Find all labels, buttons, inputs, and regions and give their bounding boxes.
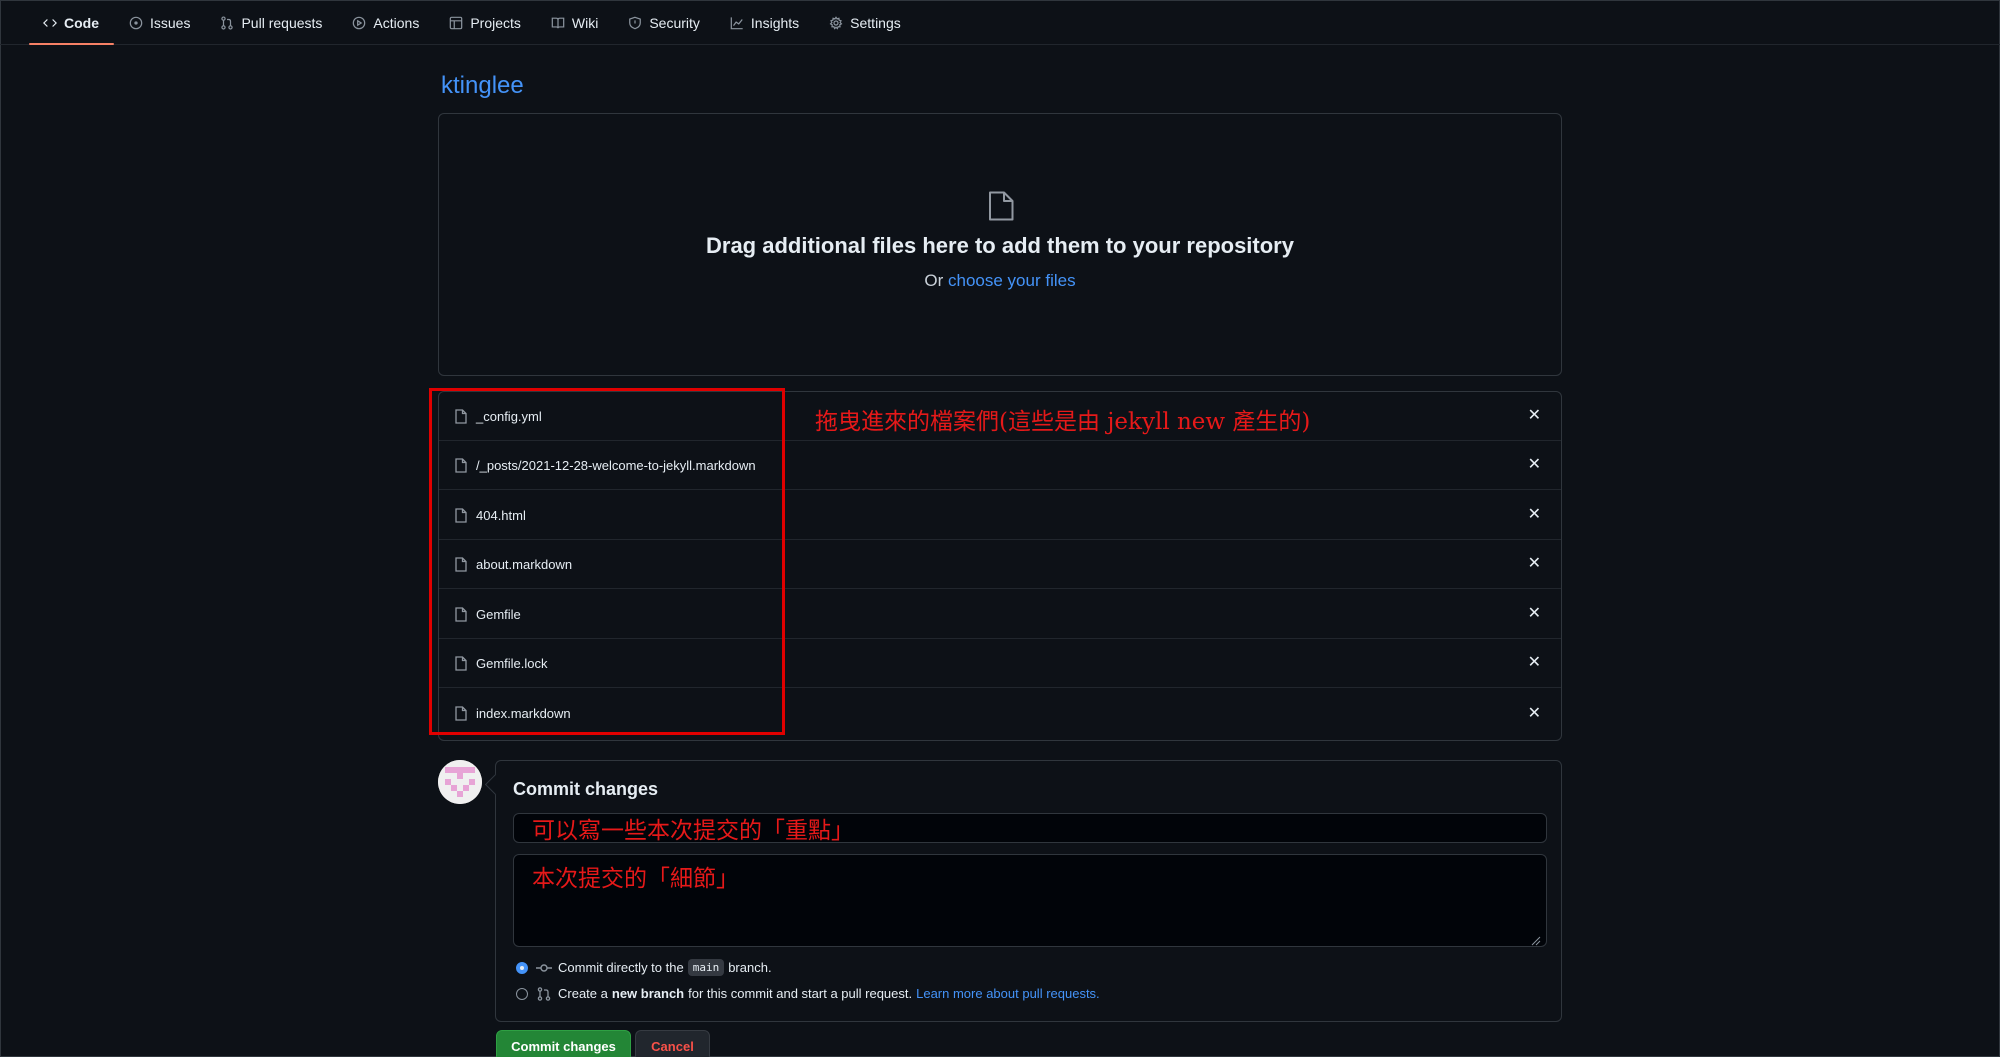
commit-direct-prefix: Commit directly to the	[558, 960, 684, 975]
tab-projects[interactable]: Projects	[434, 0, 536, 45]
identicon-icon	[438, 760, 482, 804]
shield-icon	[629, 16, 642, 29]
commit-direct-option: Commit directly to the main branch.	[516, 959, 772, 976]
file-icon	[989, 191, 1014, 221]
tab-security[interactable]: Security	[613, 0, 715, 45]
tab-issues-label: Issues	[150, 14, 191, 31]
tab-issues[interactable]: Issues	[114, 0, 205, 45]
avatar[interactable]	[438, 760, 482, 804]
resize-handle-icon[interactable]	[1531, 936, 1541, 946]
tab-code-label: Code	[64, 14, 99, 31]
file-drop-zone[interactable]: Drag additional files here to add them t…	[438, 113, 1562, 376]
remove-file-icon[interactable]: ✕	[1528, 705, 1541, 722]
remove-file-icon[interactable]: ✕	[1528, 408, 1541, 424]
tab-security-label: Security	[649, 14, 700, 31]
commit-changes-button[interactable]: Commit changes	[496, 1030, 631, 1057]
tab-insights-label: Insights	[750, 14, 800, 31]
commit-summary-input[interactable]	[513, 813, 1547, 843]
annotation-highlight-box	[429, 388, 785, 735]
tab-pull-requests-label: Pull requests	[241, 14, 323, 31]
commit-form: Commit changes 本次提交的「細節」 Commit directly…	[495, 760, 1562, 1022]
tab-settings-label: Settings	[850, 14, 901, 31]
tab-actions-label: Actions	[373, 14, 420, 31]
new-branch-radio[interactable]	[516, 987, 528, 1000]
remove-file-icon[interactable]: ✕	[1528, 457, 1541, 473]
new-branch-prefix: Create a	[558, 986, 608, 1001]
new-branch-bold: new branch	[611, 986, 685, 1001]
tab-projects-label: Projects	[470, 14, 521, 31]
git-commit-icon	[536, 963, 552, 972]
pull-request-icon	[221, 15, 234, 30]
graph-icon	[730, 16, 743, 29]
branch-name-chip: main	[687, 959, 725, 976]
remove-file-icon[interactable]: ✕	[1528, 606, 1541, 622]
book-icon	[551, 17, 565, 28]
commit-direct-suffix: branch.	[728, 960, 772, 975]
new-branch-option: Create a new branch for this commit and …	[516, 986, 1100, 1001]
drop-zone-or-text: Or	[924, 271, 944, 290]
repo-tabs: Code Issues Pull requests Actions Projec…	[29, 0, 916, 45]
choose-files-link[interactable]: choose your files	[948, 271, 1076, 290]
tab-actions[interactable]: Actions	[337, 0, 434, 45]
drop-zone-subtitle: Or choose your files	[439, 271, 1561, 291]
tab-settings[interactable]: Settings	[814, 0, 916, 45]
tab-insights[interactable]: Insights	[715, 0, 814, 45]
play-icon	[353, 16, 366, 29]
issue-icon	[129, 16, 143, 29]
pull-request-icon	[537, 986, 551, 1001]
table-icon	[450, 16, 463, 29]
code-icon	[43, 18, 57, 27]
annotation-files-note: 拖曳進來的檔案們(這些是由 jekyll new 產生的)	[815, 409, 1311, 435]
remove-file-icon[interactable]: ✕	[1528, 655, 1541, 671]
new-branch-suffix: for this commit and start a pull request…	[688, 986, 913, 1001]
learn-pull-requests-link[interactable]: Learn more about pull requests.	[916, 986, 1100, 1001]
remove-file-icon[interactable]: ✕	[1528, 507, 1541, 523]
remove-file-icon[interactable]: ✕	[1528, 556, 1541, 572]
tab-wiki-label: Wiki	[571, 14, 599, 31]
tab-pull-requests[interactable]: Pull requests	[205, 0, 337, 45]
cancel-button[interactable]: Cancel	[635, 1030, 710, 1057]
repo-navigation: Code Issues Pull requests Actions Projec…	[0, 0, 2000, 45]
tab-code[interactable]: Code	[29, 0, 114, 45]
commit-title: Commit changes	[513, 779, 659, 799]
gear-icon	[829, 15, 843, 30]
commit-description-textarea[interactable]: 本次提交的「細節」	[513, 854, 1547, 947]
repo-name-link[interactable]: ktinglee	[441, 72, 524, 100]
drop-zone-title: Drag additional files here to add them t…	[706, 233, 1294, 258]
tab-wiki[interactable]: Wiki	[536, 0, 613, 45]
commit-direct-radio[interactable]	[516, 961, 528, 974]
